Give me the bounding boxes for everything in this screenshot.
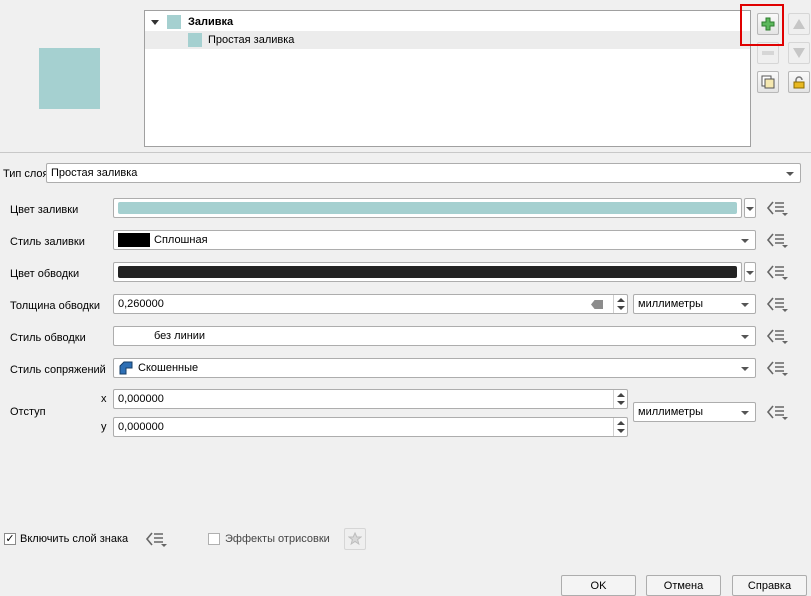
- chevron-down-icon: [746, 271, 754, 275]
- layer-type-label: Тип слоя: [3, 168, 49, 180]
- stroke-color-label: Цвет обводки: [10, 268, 80, 280]
- move-up-button[interactable]: [788, 13, 810, 35]
- fill-style-label: Стиль заливки: [10, 236, 85, 248]
- data-defined-override-button[interactable]: [765, 326, 789, 346]
- offset-x-value: 0,000000: [118, 393, 164, 405]
- lock-layer-button[interactable]: [788, 71, 810, 93]
- data-defined-override-button[interactable]: [765, 358, 789, 378]
- data-defined-icon: [145, 532, 167, 547]
- fill-swatch-icon: [167, 15, 181, 29]
- fill-style-value: Сплошная: [154, 234, 208, 246]
- data-defined-icon: [766, 201, 788, 216]
- data-defined-icon: [766, 297, 788, 312]
- chevron-down-icon: [746, 207, 754, 211]
- star-effects-icon: [348, 532, 362, 546]
- simple-fill-swatch-icon: [188, 33, 202, 47]
- stroke-width-label: Толщина обводки: [10, 300, 100, 312]
- help-button[interactable]: Справка: [732, 575, 807, 596]
- lock-icon: [793, 76, 805, 89]
- offset-y-value: 0,000000: [118, 421, 164, 433]
- fill-color-label: Цвет заливки: [10, 204, 79, 216]
- collapse-arrow-icon[interactable]: [151, 19, 159, 25]
- stroke-width-value: 0,260000: [118, 298, 164, 310]
- duplicate-icon: [761, 75, 775, 89]
- stroke-width-unit: миллиметры: [638, 298, 704, 310]
- fill-style-combo[interactable]: Сплошная: [113, 230, 756, 250]
- offset-label: Отступ: [10, 406, 46, 418]
- stroke-color-button[interactable]: [113, 262, 742, 282]
- data-defined-icon: [766, 329, 788, 344]
- chevron-down-icon: [741, 303, 749, 307]
- draw-effects-label: Эффекты отрисовки: [225, 533, 330, 545]
- checkmark-icon: ✓: [5, 533, 15, 545]
- minus-icon: [762, 51, 774, 55]
- draw-effects-checkbox[interactable]: [208, 533, 220, 545]
- move-down-button[interactable]: [788, 42, 810, 64]
- enable-layer-checkbox[interactable]: ✓: [4, 533, 16, 545]
- divider: [0, 152, 811, 153]
- layer-type-combo[interactable]: Простая заливка: [46, 163, 801, 183]
- enable-layer-label: Включить слой знака: [20, 533, 129, 545]
- ok-button[interactable]: OK: [561, 575, 636, 596]
- data-defined-override-button[interactable]: [765, 402, 789, 422]
- join-style-value: Скошенные: [138, 362, 199, 374]
- join-style-label: Стиль сопряжений: [10, 364, 106, 376]
- offset-unit: миллиметры: [638, 406, 704, 418]
- tree-item-label: Простая заливка: [208, 34, 295, 46]
- chevron-down-icon: [741, 367, 749, 371]
- data-defined-icon: [766, 265, 788, 280]
- stroke-color-swatch: [118, 266, 737, 278]
- arrow-up-icon: [793, 19, 805, 29]
- data-defined-override-button[interactable]: [765, 294, 789, 314]
- join-style-combo[interactable]: Скошенные: [113, 358, 756, 378]
- cancel-button[interactable]: Отмена: [646, 575, 721, 596]
- data-defined-override-button[interactable]: [765, 230, 789, 250]
- offset-unit-combo[interactable]: миллиметры: [633, 402, 756, 422]
- chevron-down-icon: [786, 172, 794, 176]
- tree-item-simple-fill[interactable]: Простая заливка: [145, 31, 750, 49]
- tree-item-fill[interactable]: Заливка: [145, 13, 750, 31]
- offset-y-input[interactable]: 0,000000: [113, 417, 628, 437]
- data-defined-icon: [766, 405, 788, 420]
- offset-x-label: x: [101, 393, 107, 405]
- symbol-preview: [39, 48, 100, 109]
- chevron-down-icon: [741, 335, 749, 339]
- fill-color-swatch: [118, 202, 737, 214]
- data-defined-icon: [766, 361, 788, 376]
- tree-item-label: Заливка: [188, 16, 234, 28]
- layer-type-value: Простая заливка: [51, 167, 138, 179]
- data-defined-icon: [766, 233, 788, 248]
- stroke-width-unit-combo[interactable]: миллиметры: [633, 294, 756, 314]
- offset-x-input[interactable]: 0,000000: [113, 389, 628, 409]
- stroke-color-dropdown[interactable]: [744, 262, 756, 282]
- fill-color-dropdown[interactable]: [744, 198, 756, 218]
- stroke-width-input[interactable]: 0,260000: [113, 294, 628, 314]
- spin-buttons[interactable]: [613, 418, 627, 436]
- data-defined-override-button[interactable]: [765, 262, 789, 282]
- symbol-layer-tree[interactable]: Заливка Простая заливка: [144, 10, 751, 147]
- stroke-style-label: Стиль обводки: [10, 332, 86, 344]
- stroke-style-combo[interactable]: без линии: [113, 326, 756, 346]
- enable-layer-data-defined-button[interactable]: [144, 529, 168, 549]
- chevron-down-icon: [741, 411, 749, 415]
- offset-y-label: y: [101, 421, 107, 433]
- bevel-join-icon: [119, 361, 133, 375]
- duplicate-layer-button[interactable]: [757, 71, 779, 93]
- data-defined-override-button[interactable]: [765, 198, 789, 218]
- stroke-style-value: без линии: [154, 330, 206, 342]
- draw-effects-settings-button[interactable]: [344, 528, 366, 550]
- arrow-down-icon: [793, 48, 805, 58]
- clear-icon[interactable]: [591, 300, 603, 309]
- fill-color-button[interactable]: [113, 198, 742, 218]
- spin-buttons[interactable]: [613, 295, 627, 313]
- spin-buttons[interactable]: [613, 390, 627, 408]
- solid-fill-icon: [118, 233, 150, 247]
- highlight-box: [740, 4, 784, 46]
- chevron-down-icon: [741, 239, 749, 243]
